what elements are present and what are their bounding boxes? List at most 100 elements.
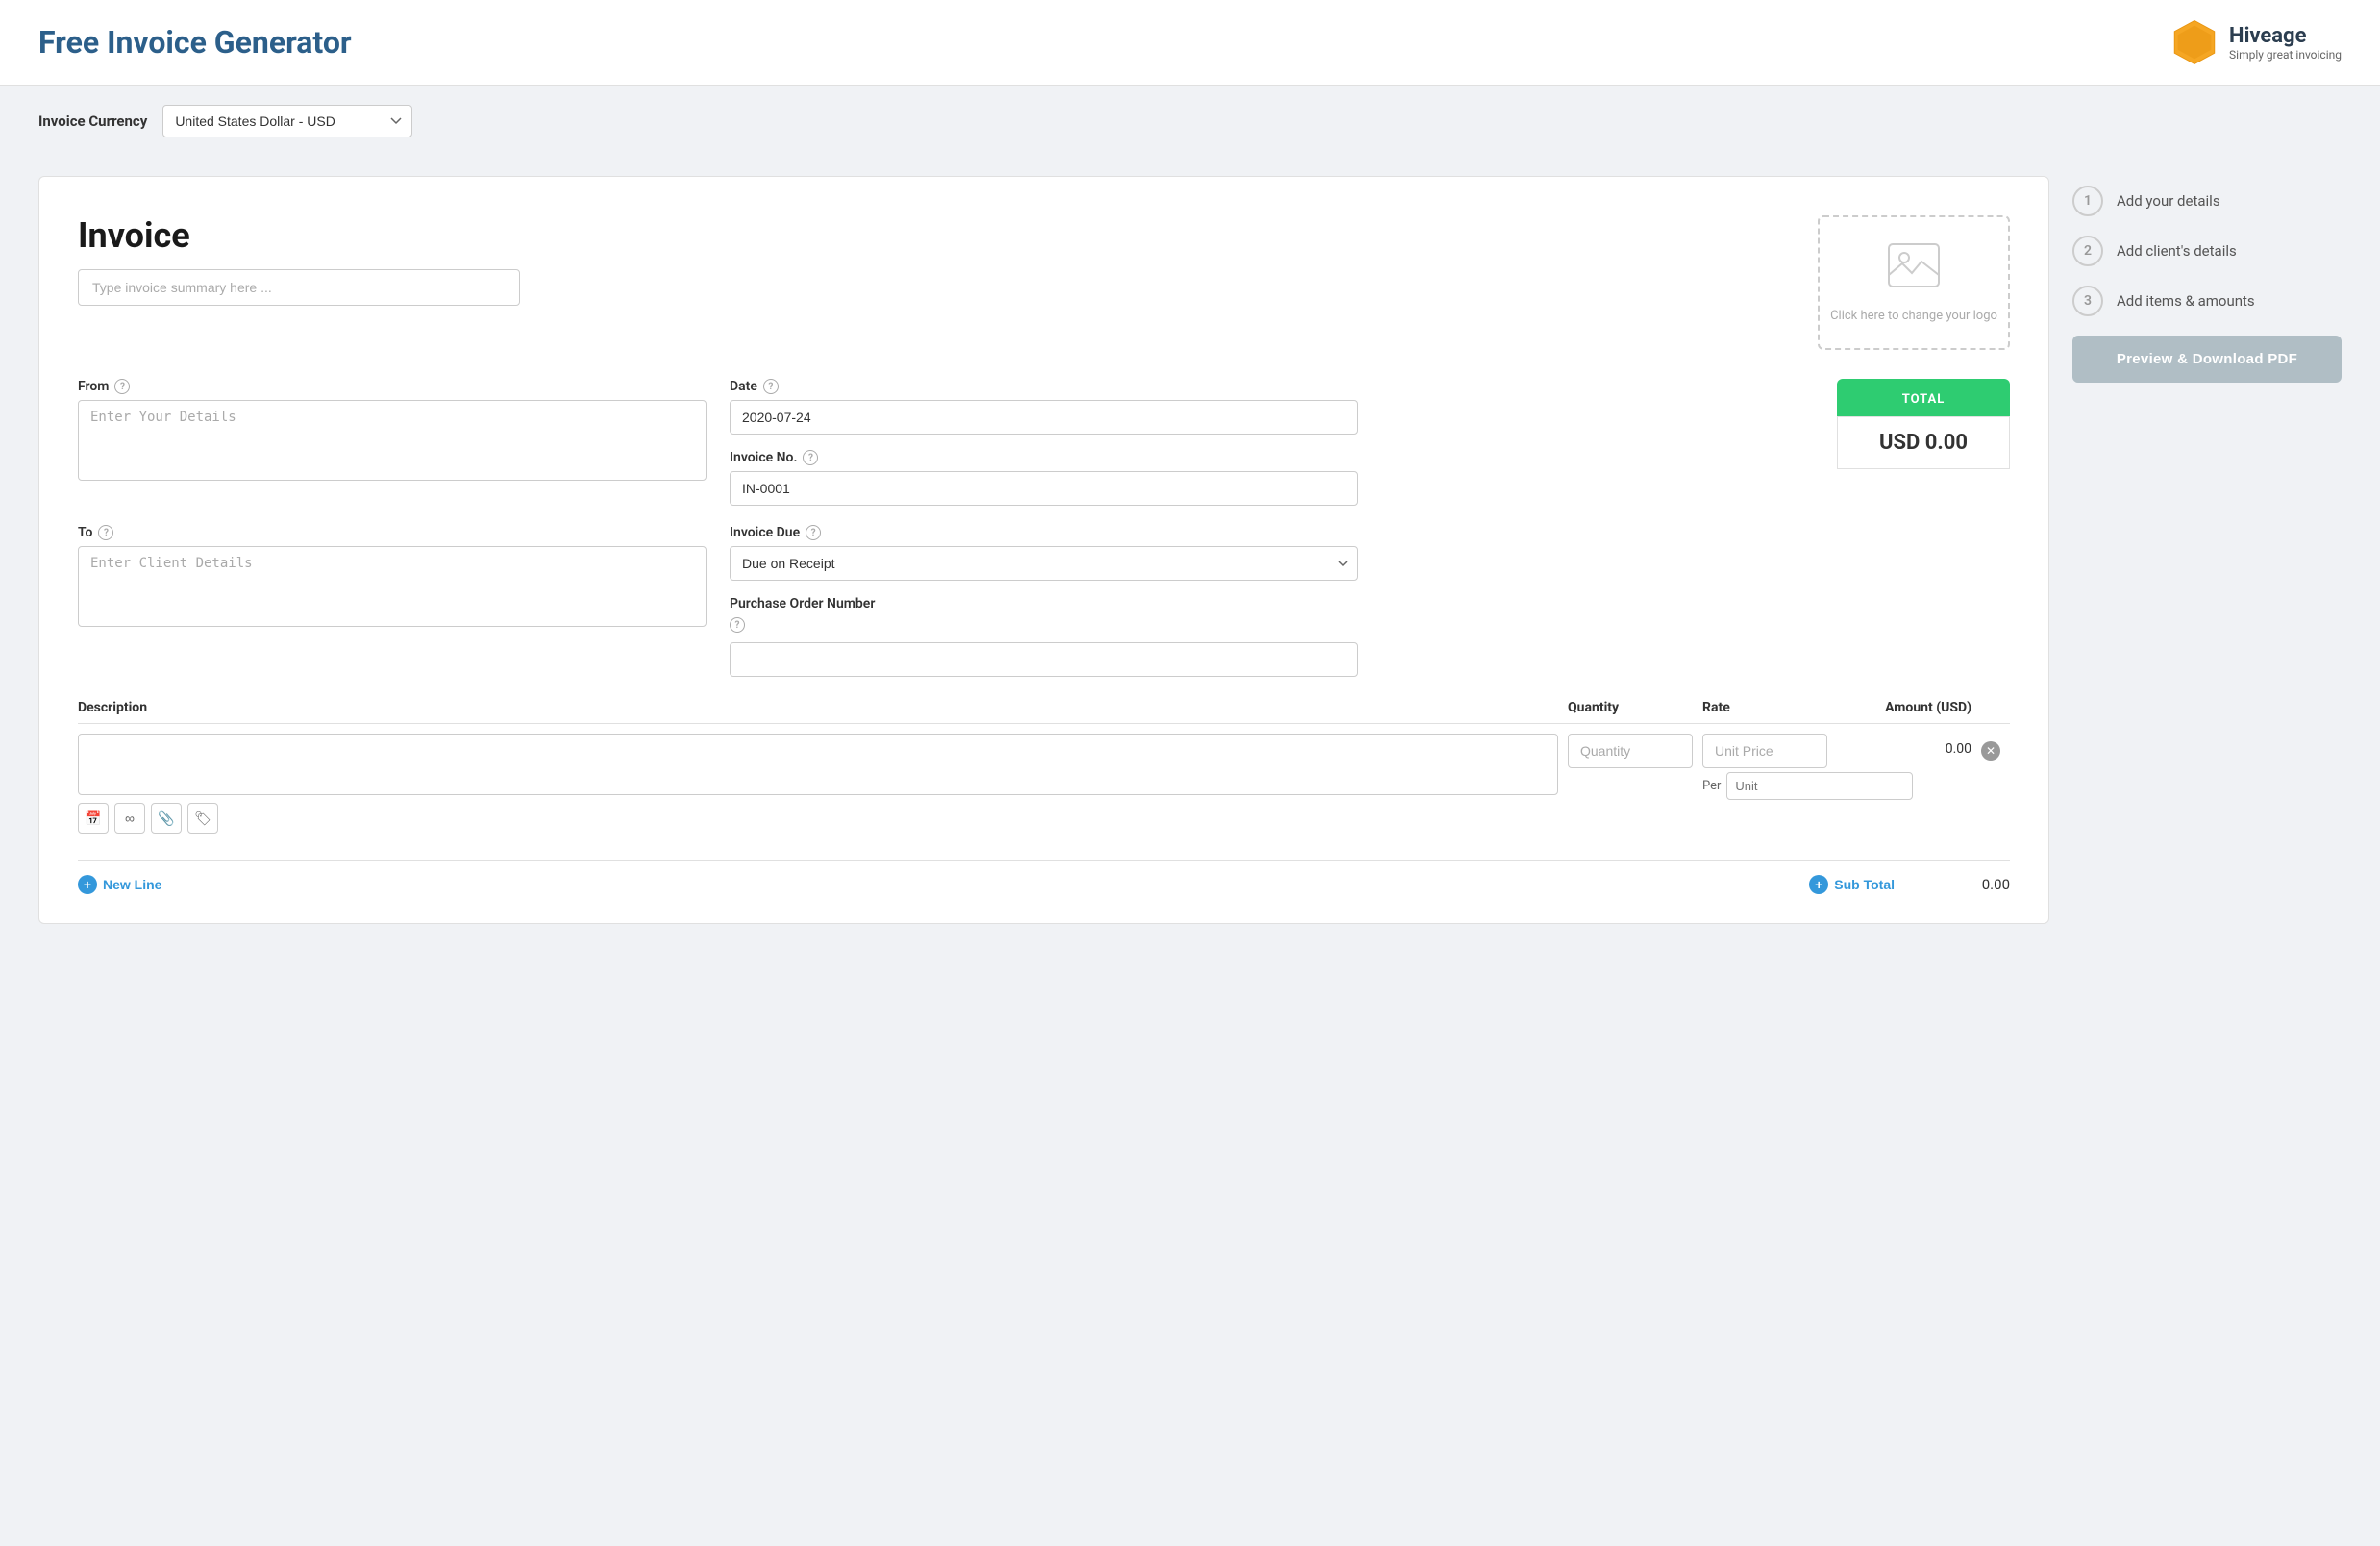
calendar-icon-btn[interactable]: 📅 [78, 803, 109, 834]
from-textarea[interactable] [78, 400, 707, 481]
logo-upload-box[interactable]: Click here to change your logo [1818, 215, 2010, 350]
invoice-due-group: Invoice Due ? Due on Receipt Net 15 Net … [730, 525, 1358, 581]
to-group: To ? [78, 525, 707, 677]
invoice-summary-input[interactable] [78, 269, 520, 306]
remove-header [1981, 700, 2010, 715]
preview-download-button[interactable]: Preview & Download PDF [2072, 336, 2342, 383]
table-row: 📅 ∞ 📎 🏷 [78, 734, 2010, 847]
per-unit-row: Per [1702, 772, 1827, 800]
step-1-circle: 1 [2072, 186, 2103, 216]
page-header: Free Invoice Generator Hiveage Simply gr… [0, 0, 2380, 86]
step-3-label: Add items & amounts [2117, 292, 2255, 310]
date-label: Date ? [730, 379, 1358, 394]
invoice-no-input[interactable] [730, 471, 1358, 506]
invoice-due-help-icon[interactable]: ? [806, 525, 821, 540]
total-spacer [1381, 525, 2010, 677]
items-section: Description Quantity Rate Amount (USD) 📅… [78, 700, 2010, 894]
quantity-header: Quantity [1568, 700, 1693, 715]
invoice-no-label: Invoice No. ? [730, 450, 1358, 465]
description-header: Description [78, 700, 1558, 715]
to-label: To ? [78, 525, 707, 540]
items-table-header: Description Quantity Rate Amount (USD) [78, 700, 2010, 724]
po-input[interactable] [730, 642, 1358, 677]
page-title: Free Invoice Generator [38, 24, 352, 61]
invoice-card: Invoice Click here to change your logo [38, 176, 2049, 924]
to-textarea[interactable] [78, 546, 707, 627]
currency-bar: Invoice Currency United States Dollar - … [0, 86, 2380, 157]
invoice-left-header: Invoice [78, 215, 1818, 306]
steps-list: 1 Add your details 2 Add client's detail… [2072, 186, 2342, 316]
attachment-icon: 📎 [158, 810, 174, 827]
step-1-item: 1 Add your details [2072, 186, 2342, 216]
remove-icon[interactable]: ✕ [1981, 741, 2000, 761]
to-help-icon[interactable]: ? [98, 525, 113, 540]
tag-icon: 🏷 [194, 810, 211, 827]
invoice-footer-row: + New Line + Sub Total 0.00 [78, 860, 2010, 894]
brand-name: Hiveage [2229, 24, 2342, 48]
from-help-icon[interactable]: ? [114, 379, 130, 394]
logo-upload-label: Click here to change your logo [1830, 309, 1997, 323]
subtotal-area: + Sub Total 0.00 [1809, 875, 2010, 894]
total-label: TOTAL [1902, 392, 1946, 407]
new-line-button[interactable]: + New Line [78, 875, 161, 894]
link-icon: ∞ [125, 810, 135, 826]
step-1-label: Add your details [2117, 192, 2220, 210]
invoice-due-label: Invoice Due ? [730, 525, 1358, 540]
description-col: 📅 ∞ 📎 🏷 [78, 734, 1558, 837]
total-box: TOTAL USD 0.00 [1837, 379, 2010, 506]
step-2-circle: 2 [2072, 236, 2103, 266]
new-line-label: New Line [103, 877, 161, 892]
quantity-input[interactable] [1568, 734, 1693, 768]
invoice-title: Invoice [78, 215, 1818, 256]
date-input[interactable] [730, 400, 1358, 435]
brand-text: Hiveage Simply great invoicing [2229, 24, 2342, 62]
amount-col: 0.00 [1837, 734, 1971, 757]
invoice-no-group: Invoice No. ? [730, 450, 1358, 506]
right-sidebar: 1 Add your details 2 Add client's detail… [2072, 176, 2342, 383]
link-icon-btn[interactable]: ∞ [114, 803, 145, 834]
from-group: From ? [78, 379, 707, 506]
quantity-col [1568, 734, 1693, 768]
currency-select[interactable]: United States Dollar - USD Euro - EUR Br… [162, 105, 412, 137]
subtotal-plus-icon: + [1809, 875, 1828, 894]
invoice-header-row: Invoice Click here to change your logo [78, 215, 2010, 350]
item-amount-value: 0.00 [1946, 741, 1971, 757]
calendar-icon: 📅 [85, 810, 101, 827]
po-label: Purchase Order Number [730, 596, 1358, 611]
from-label: From ? [78, 379, 707, 394]
subtotal-value: 0.00 [1952, 876, 2010, 893]
unit-input[interactable] [1726, 772, 1913, 800]
subtotal-button[interactable]: + Sub Total [1809, 875, 1895, 894]
step-2-item: 2 Add client's details [2072, 236, 2342, 266]
item-description-input[interactable] [78, 734, 1558, 795]
amount-header: Amount (USD) [1837, 700, 1971, 715]
total-header: TOTAL [1837, 379, 2010, 416]
new-line-plus-icon: + [78, 875, 97, 894]
currency-label: Invoice Currency [38, 112, 147, 130]
po-help-icon[interactable]: ? [730, 617, 745, 633]
hiveage-hex-icon [2169, 17, 2219, 67]
step-2-label: Add client's details [2117, 242, 2237, 260]
main-content: Invoice Click here to change your logo [0, 157, 2380, 962]
tag-icon-btn[interactable]: 🏷 [187, 803, 218, 834]
due-po-col: Invoice Due ? Due on Receipt Net 15 Net … [730, 525, 1358, 677]
logo-image-icon [1887, 242, 1941, 299]
subtotal-label: Sub Total [1834, 877, 1895, 892]
po-group: Purchase Order Number ? [730, 596, 1358, 677]
invoice-no-help-icon[interactable]: ? [803, 450, 818, 465]
rate-header: Rate [1702, 700, 1827, 715]
invoice-due-select[interactable]: Due on Receipt Net 15 Net 30 Net 60 Cust… [730, 546, 1358, 581]
date-group: Date ? [730, 379, 1358, 435]
per-label: Per [1702, 779, 1721, 793]
item-actions: 📅 ∞ 📎 🏷 [78, 799, 1558, 837]
brand-logo: Hiveage Simply great invoicing [2169, 17, 2342, 67]
unit-price-input[interactable] [1702, 734, 1827, 768]
attachment-icon-btn[interactable]: 📎 [151, 803, 182, 834]
total-amount: USD 0.00 [1837, 416, 2010, 469]
step-3-item: 3 Add items & amounts [2072, 286, 2342, 316]
invoice-fields-col: Date ? Invoice No. ? [730, 379, 1358, 506]
remove-col[interactable]: ✕ [1981, 734, 2010, 761]
date-help-icon[interactable]: ? [763, 379, 779, 394]
step-3-circle: 3 [2072, 286, 2103, 316]
brand-tagline: Simply great invoicing [2229, 48, 2342, 62]
